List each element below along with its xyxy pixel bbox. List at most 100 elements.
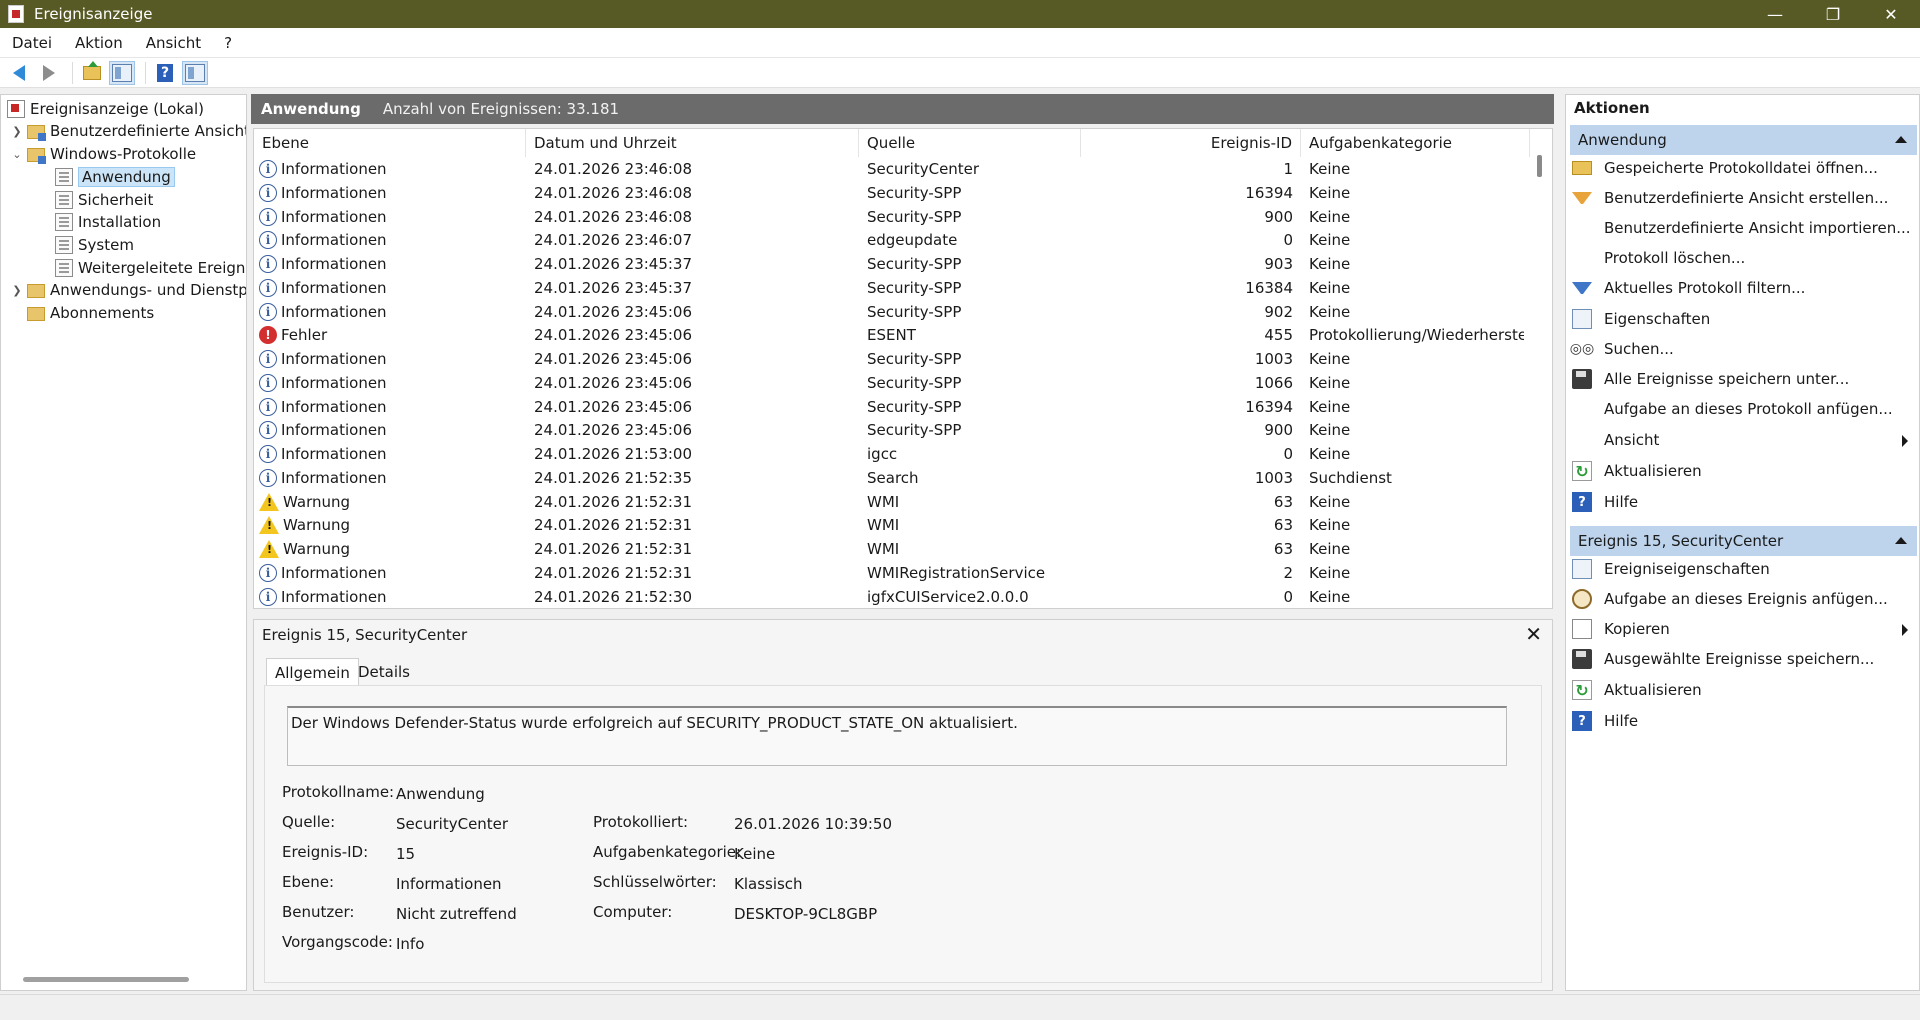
collapse-icon[interactable] xyxy=(1895,136,1907,143)
tree-item-applications-services-logs[interactable]: ❯ Anwendungs- und Dienstprotokolle xyxy=(11,279,246,301)
action-item[interactable]: ? Hilfe xyxy=(1572,489,1912,515)
action-item[interactable]: Ansicht xyxy=(1572,427,1912,453)
chevron-down-icon[interactable]: ⌄ xyxy=(11,148,23,161)
action-item[interactable]: ↻ Aktualisieren xyxy=(1572,677,1912,703)
tree-item-windows-logs[interactable]: ⌄ Windows-Protokolle xyxy=(11,143,196,165)
info-icon: i xyxy=(259,468,277,487)
table-row[interactable]: i Informationen 24.01.2026 23:45:06 Securit… xyxy=(254,347,1530,371)
cell-source: ESENT xyxy=(867,326,916,345)
table-row[interactable]: i Informationen 24.01.2026 21:52:31 WMIRegi… xyxy=(254,561,1530,585)
table-row[interactable]: ! Warnung 24.01.2026 21:52:31 WMI 63 Keine xyxy=(254,490,1530,514)
table-row[interactable]: i Informationen 24.01.2026 21:52:30 igfxCUI… xyxy=(254,585,1530,609)
event-description[interactable]: Der Windows Defender-Status wurde erfolg… xyxy=(287,706,1507,766)
action-item[interactable]: Ereigniseigenschaften xyxy=(1572,556,1912,582)
tree-item-custom-views[interactable]: ❯ Benutzerdefinierte Ansichten xyxy=(11,120,246,142)
table-row[interactable]: i Informationen 24.01.2026 23:46:07 edgeupd… xyxy=(254,228,1530,252)
level-text: Informationen xyxy=(281,587,387,606)
cell-event-id: 0 xyxy=(1283,231,1293,250)
table-row[interactable]: i Informationen 24.01.2026 23:46:08 Securit… xyxy=(254,157,1530,181)
actions-section-event[interactable]: Ereignis 15, SecurityCenter xyxy=(1570,526,1917,556)
menu-datei[interactable]: Datei xyxy=(0,34,63,52)
action-item[interactable]: Eigenschaften xyxy=(1572,306,1912,332)
table-row[interactable]: ! Fehler 24.01.2026 23:45:06 ESENT 455 Protok… xyxy=(254,323,1530,347)
cell-event-id: 0 xyxy=(1283,587,1293,606)
action-item[interactable]: Aufgabe an dieses Protokoll anfügen... xyxy=(1572,396,1912,422)
tree-item-forwarded-events[interactable]: Weitergeleitete Ereignisse xyxy=(55,257,246,279)
chevron-right-icon[interactable]: ❯ xyxy=(11,125,23,138)
vertical-scrollbar[interactable] xyxy=(1537,155,1542,177)
info-icon: i xyxy=(259,421,277,440)
tab-details[interactable]: Details xyxy=(350,658,418,686)
forward-button[interactable] xyxy=(36,61,62,85)
table-row[interactable]: i Informationen 24.01.2026 23:45:06 Securit… xyxy=(254,418,1530,442)
minimize-button[interactable]: — xyxy=(1746,0,1804,28)
tree-item-sicherheit[interactable]: Sicherheit xyxy=(55,189,153,211)
action-item[interactable]: ? Hilfe xyxy=(1572,708,1912,734)
column-header-aufgabenkategorie[interactable]: Aufgabenkategorie xyxy=(1301,129,1530,157)
properties-icon xyxy=(1572,309,1592,329)
help-toolbar-button[interactable]: ? xyxy=(152,61,178,85)
show-hide-action-pane-button[interactable] xyxy=(182,60,208,85)
table-row[interactable]: i Informationen 24.01.2026 23:45:37 Securit… xyxy=(254,252,1530,276)
cell-level: i Informationen xyxy=(259,228,521,252)
action-item[interactable]: Ausgewählte Ereignisse speichern... xyxy=(1572,646,1912,672)
title-bar: Ereignisanzeige — ❐ ✕ xyxy=(0,0,1920,28)
cell-source: igfxCUIService2.0.0.0 xyxy=(867,587,1029,606)
column-header-quelle[interactable]: Quelle xyxy=(859,129,1081,157)
actions-section-anwendung[interactable]: Anwendung xyxy=(1570,125,1917,155)
action-item[interactable]: Gespeicherte Protokolldatei öffnen... xyxy=(1572,155,1912,181)
level-text: Informationen xyxy=(281,397,387,416)
action-item[interactable]: Kopieren xyxy=(1572,616,1912,642)
action-item[interactable]: Benutzerdefinierte Ansicht importieren..… xyxy=(1572,215,1912,241)
menu-ansicht[interactable]: Ansicht xyxy=(134,34,212,52)
table-row[interactable]: ! Warnung 24.01.2026 21:52:31 WMI 63 Keine xyxy=(254,513,1530,537)
table-row[interactable]: ! Warnung 24.01.2026 21:52:31 WMI 63 Keine xyxy=(254,537,1530,561)
column-header-ebene[interactable]: Ebene xyxy=(254,129,526,157)
tree-item-installation[interactable]: Installation xyxy=(55,211,161,233)
level-text: Informationen xyxy=(281,445,387,463)
table-row[interactable]: i Informationen 24.01.2026 23:45:06 Securit… xyxy=(254,371,1530,395)
tree-item-anwendung[interactable]: Anwendung xyxy=(55,166,175,188)
table-row[interactable]: i Informationen 24.01.2026 21:53:00 igcc 0 Ke… xyxy=(254,442,1530,466)
menu-help[interactable]: ? xyxy=(212,34,243,52)
close-button[interactable]: ✕ xyxy=(1862,0,1920,28)
back-button[interactable] xyxy=(6,61,32,85)
column-header-datum[interactable]: Datum und Uhrzeit xyxy=(526,129,859,157)
tree-item-event-viewer-local[interactable]: Ereignisanzeige (Lokal) xyxy=(7,98,204,120)
toolbar: ? xyxy=(0,58,1920,88)
tab-allgemein[interactable]: Allgemein xyxy=(266,658,359,686)
horizontal-scrollbar[interactable] xyxy=(23,977,189,982)
table-row[interactable]: i Informationen 24.01.2026 23:46:08 Securit… xyxy=(254,205,1530,229)
action-item[interactable]: ↻ Aktualisieren xyxy=(1572,458,1912,484)
cell-datetime: 24.01.2026 21:53:00 xyxy=(534,445,693,463)
menu-aktion[interactable]: Aktion xyxy=(63,34,134,52)
action-item[interactable]: ◎◎ Suchen... xyxy=(1570,336,1912,362)
table-row[interactable]: i Informationen 24.01.2026 23:45:06 Securit… xyxy=(254,300,1530,324)
action-item[interactable]: Benutzerdefinierte Ansicht erstellen... xyxy=(1572,185,1912,211)
subscriptions-icon xyxy=(27,307,45,321)
table-row[interactable]: i Informationen 24.01.2026 23:46:08 Securit… xyxy=(254,181,1530,205)
section-title: Ereignis 15, SecurityCenter xyxy=(1578,532,1784,550)
table-row[interactable]: i Informationen 24.01.2026 23:45:06 Securit… xyxy=(254,395,1530,419)
chevron-right-icon[interactable]: ❯ xyxy=(11,284,23,297)
close-detail-button[interactable]: ✕ xyxy=(1525,622,1542,646)
action-label: Eigenschaften xyxy=(1604,310,1711,328)
collapse-icon[interactable] xyxy=(1895,537,1907,544)
info-icon: i xyxy=(259,231,277,250)
tree-item-subscriptions[interactable]: Abonnements xyxy=(27,302,154,324)
restore-button[interactable]: ❐ xyxy=(1804,0,1862,28)
show-hide-console-tree-button[interactable] xyxy=(109,60,135,85)
arrow-left-icon xyxy=(13,64,25,81)
cell-datetime: 24.01.2026 23:46:07 xyxy=(534,231,693,250)
action-item[interactable]: Protokoll löschen... xyxy=(1572,245,1912,271)
warning-icon: ! xyxy=(259,492,279,511)
table-row[interactable]: i Informationen 24.01.2026 21:52:35 Search 1… xyxy=(254,466,1530,490)
up-folder-button[interactable] xyxy=(79,60,105,85)
column-header-ereignis-id[interactable]: Ereignis-ID xyxy=(1081,129,1301,157)
tree-item-system[interactable]: System xyxy=(55,234,134,256)
cell-event-id: 900 xyxy=(1264,421,1293,440)
table-row[interactable]: i Informationen 24.01.2026 23:45:37 Securit… xyxy=(254,276,1530,300)
action-item[interactable]: Aktuelles Protokoll filtern... xyxy=(1572,275,1912,301)
action-item[interactable]: Alle Ereignisse speichern unter... xyxy=(1572,366,1912,392)
action-item[interactable]: Aufgabe an dieses Ereignis anfügen... xyxy=(1572,586,1912,612)
